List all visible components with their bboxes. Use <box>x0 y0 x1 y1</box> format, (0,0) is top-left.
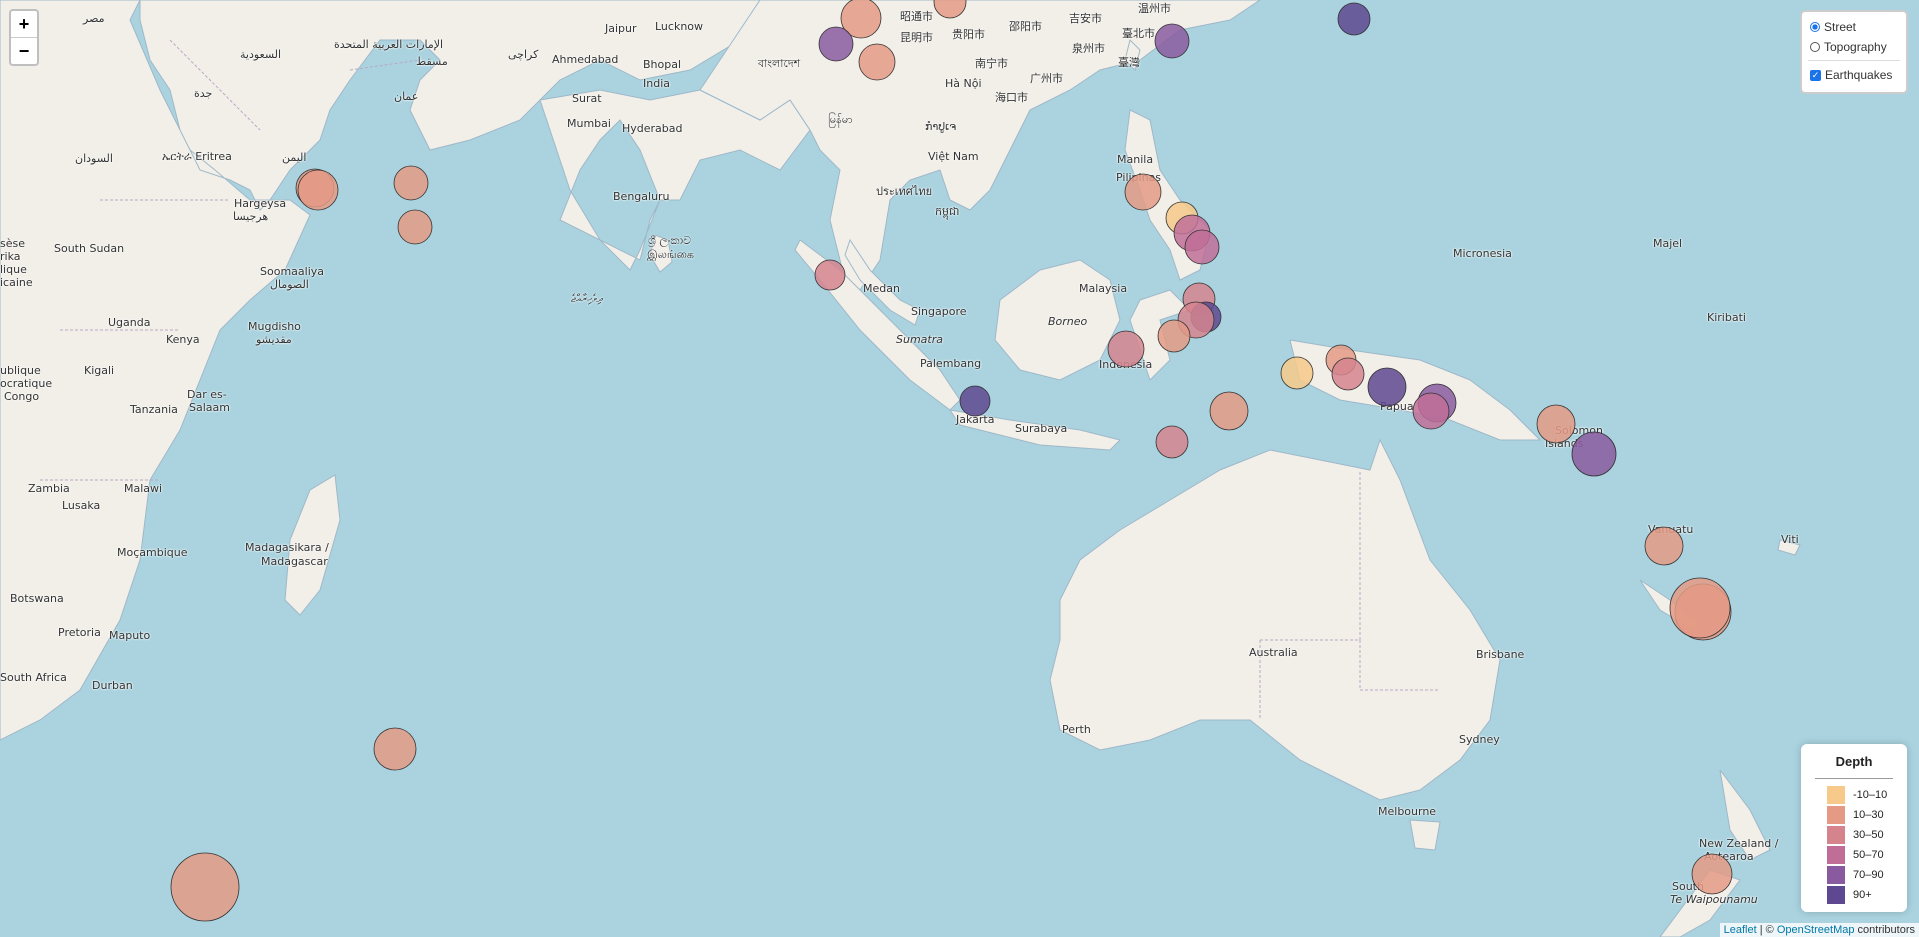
legend-swatch <box>1827 886 1845 904</box>
earthquake-marker[interactable] <box>1155 425 1189 459</box>
earthquakes-checkbox[interactable]: ✓ <box>1810 69 1821 81</box>
earthquake-marker[interactable] <box>1280 356 1314 390</box>
earthquake-marker[interactable] <box>1367 367 1407 407</box>
earthquake-marker[interactable] <box>373 727 417 771</box>
earthquake-marker[interactable] <box>393 165 429 201</box>
earthquake-marker[interactable] <box>933 0 967 19</box>
earthquake-marker[interactable] <box>1571 431 1617 477</box>
earthquake-marker[interactable] <box>1209 391 1249 431</box>
legend-swatch <box>1827 826 1845 844</box>
zoom-in-button[interactable]: + <box>11 11 37 38</box>
legend-label: 70–90 <box>1853 869 1884 881</box>
earthquake-marker[interactable] <box>1157 319 1191 353</box>
layer-topography-option[interactable]: Topography <box>1810 40 1887 54</box>
zoom-out-button[interactable]: − <box>11 38 37 64</box>
legend-item: 70–90 <box>1827 866 1884 884</box>
earthquake-marker[interactable] <box>814 259 846 291</box>
earthquake-marker[interactable] <box>1184 229 1220 265</box>
topography-radio[interactable] <box>1810 42 1820 52</box>
layer-control: Street Topography ✓ Earthquakes <box>1800 10 1908 94</box>
legend-item: 30–50 <box>1827 826 1884 844</box>
earthquake-marker[interactable] <box>1337 2 1371 36</box>
legend-swatch <box>1827 866 1845 884</box>
legend-label: 30–50 <box>1853 829 1884 841</box>
legend-item: 90+ <box>1827 886 1872 904</box>
earthquake-marker[interactable] <box>1124 173 1162 211</box>
earthquakes-label: Earthquakes <box>1825 68 1893 82</box>
earthquake-marker[interactable] <box>170 852 240 922</box>
attribution: Leaflet | © OpenStreetMap contributors <box>1719 923 1919 937</box>
legend-title: Depth <box>1835 754 1873 769</box>
leaflet-link[interactable]: Leaflet <box>1724 924 1757 936</box>
map-container[interactable]: مصر السعودية الإمارات العربية المتحدة مس… <box>0 0 1919 937</box>
street-label: Street <box>1824 20 1857 34</box>
earthquake-marker[interactable] <box>1331 357 1365 391</box>
earthquake-marker[interactable] <box>297 169 339 211</box>
topography-label: Topography <box>1824 40 1887 54</box>
earthquake-marker[interactable] <box>1691 853 1733 895</box>
earthquake-layer <box>170 0 1733 922</box>
street-radio[interactable] <box>1810 22 1820 32</box>
earthquake-marker[interactable] <box>397 209 433 245</box>
earthquake-marker[interactable] <box>858 43 896 81</box>
legend-divider <box>1815 778 1893 779</box>
zoom-control: + − <box>9 9 39 66</box>
layer-earthquakes-option[interactable]: ✓ Earthquakes <box>1810 68 1892 82</box>
earthquake-marker[interactable] <box>1669 577 1731 639</box>
earthquake-marker[interactable] <box>818 26 854 62</box>
legend-swatch <box>1827 786 1845 804</box>
legend-label: 90+ <box>1853 889 1872 901</box>
legend-swatch <box>1827 806 1845 824</box>
earthquake-marker[interactable] <box>1536 404 1576 444</box>
attribution-sep: | © <box>1756 924 1777 936</box>
earthquake-marker[interactable] <box>1412 392 1450 430</box>
legend-label: -10–10 <box>1853 789 1888 801</box>
legend-label: 50–70 <box>1853 849 1884 861</box>
legend-item: 10–30 <box>1827 806 1884 824</box>
layer-separator <box>1808 60 1900 61</box>
legend-swatch <box>1827 846 1845 864</box>
osm-link[interactable]: OpenStreetMap <box>1777 924 1855 936</box>
legend-label: 10–30 <box>1853 809 1884 821</box>
earthquake-marker[interactable] <box>1154 23 1190 59</box>
layer-street-option[interactable]: Street <box>1810 20 1856 34</box>
earthquake-marker[interactable] <box>1644 526 1684 566</box>
attribution-tail: contributors <box>1854 924 1915 936</box>
earthquake-marker[interactable] <box>1107 330 1145 368</box>
depth-legend: Depth -10–10 10–30 30–50 50–70 70–90 90+ <box>1801 744 1907 912</box>
earthquake-marker[interactable] <box>959 385 991 417</box>
legend-item: 50–70 <box>1827 846 1884 864</box>
legend-item: -10–10 <box>1827 786 1887 804</box>
